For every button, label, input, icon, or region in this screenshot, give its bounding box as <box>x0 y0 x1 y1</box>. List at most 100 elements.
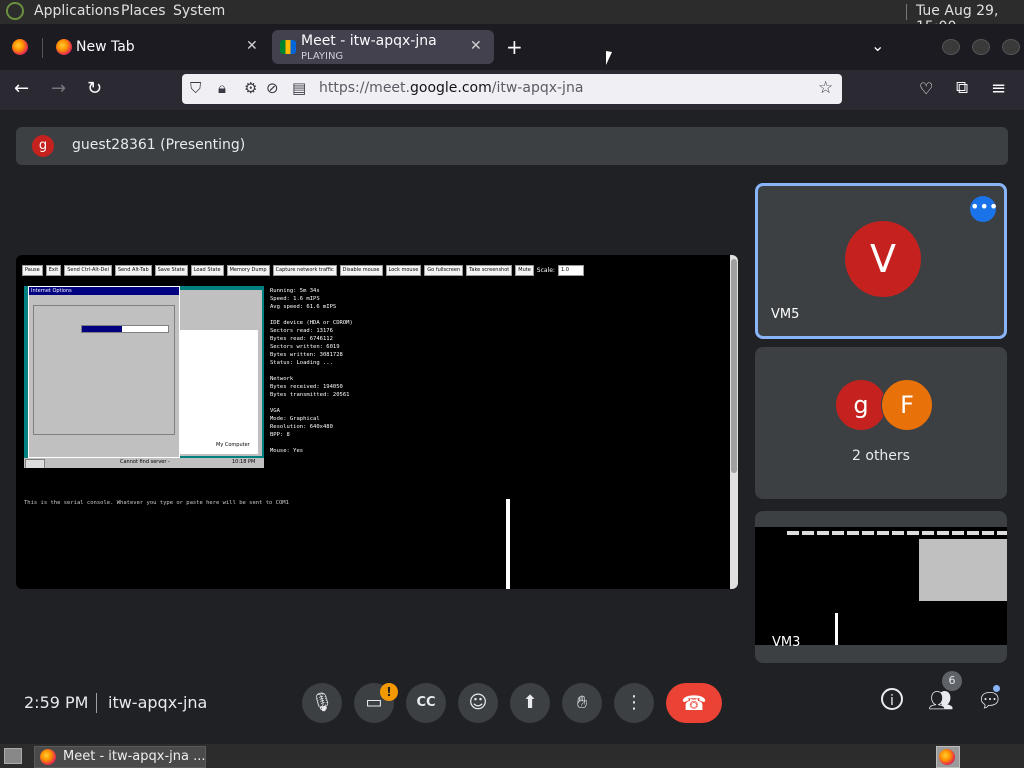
more-options-icon[interactable]: ••• <box>970 196 998 222</box>
bookmark-star-icon[interactable]: ☆ <box>818 78 833 98</box>
emulator-button[interactable]: Send Alt-Tab <box>114 265 152 276</box>
present-screen-button[interactable]: ⬆ <box>510 683 550 723</box>
close-tab-icon[interactable]: ✕ <box>246 38 258 54</box>
presentation-stage[interactable]: Pause Exit Send Ctrl-Alt-Del Send Alt-Tab Sa… <box>16 255 738 589</box>
vm3-preview-console <box>835 613 838 645</box>
show-desktop-icon[interactable] <box>4 748 22 764</box>
emoji-reaction-button[interactable]: ☺ <box>458 683 498 723</box>
tab-title: New Tab <box>76 39 135 55</box>
participant-tile-vm3[interactable]: VM3 <box>755 511 1007 663</box>
people-icon[interactable]: 👥︎ <box>928 688 953 712</box>
browser-tab-strip: New Tab ✕ Meet - itw-apqx-jna PLAYING ✕ … <box>0 24 1024 70</box>
dialog-title: Internet Options <box>31 288 72 294</box>
url-bar[interactable]: ⛉ 🔒︎ ⚙ ⊘ ▤ https://meet.google.com/itw-a… <box>182 74 842 104</box>
win-start-button <box>25 459 45 468</box>
tab-new-tab[interactable]: New Tab ✕ <box>44 30 268 64</box>
camera-blocked-icon[interactable]: ⊘ <box>266 79 279 97</box>
presenter-label: guest28361 (Presenting) <box>72 137 246 153</box>
presenting-banner: g guest28361 (Presenting) <box>16 127 1008 165</box>
permissions-icon[interactable]: ⚙ <box>244 79 257 97</box>
system-taskbar: Meet - itw-apqx-jna ... <box>0 744 1024 768</box>
meet-content: g guest28361 (Presenting) Pause Exit Send … <box>0 110 1024 744</box>
minimize-window-button[interactable] <box>942 39 960 55</box>
firefox-view-icon[interactable] <box>12 39 28 55</box>
end-call-button[interactable]: ☎ <box>666 683 722 723</box>
vm3-screen-preview <box>755 527 1007 645</box>
applications-menu[interactable]: Applications <box>34 3 120 19</box>
tile-label: VM3 <box>772 635 801 650</box>
maximize-window-button[interactable] <box>972 39 990 55</box>
list-all-tabs-chevron-icon[interactable]: ⌄ <box>871 36 884 55</box>
reload-icon[interactable]: ↻ <box>87 78 102 99</box>
emulator-button[interactable]: Exit <box>45 265 62 276</box>
emulator-button[interactable]: Take screenshot <box>466 265 513 276</box>
emulator-button[interactable]: Load State <box>190 265 224 276</box>
avatar-vm5: V <box>845 221 921 297</box>
microphone-button[interactable]: 🎙︎ <box>302 683 342 723</box>
shield-icon[interactable]: ⛉ <box>190 79 201 97</box>
emulator-button[interactable]: Pause <box>22 265 43 276</box>
emulator-buttons: Pause Exit Send Ctrl-Alt-Del Send Alt-Tab Sa… <box>22 265 662 276</box>
close-tab-icon[interactable]: ✕ <box>470 38 482 54</box>
firefox-icon <box>40 749 56 765</box>
extensions-icon[interactable]: ⧉ <box>956 78 968 98</box>
lock-icon[interactable]: 🔒︎ <box>218 79 226 97</box>
participant-tile-vm5[interactable]: V VM5 ••• <box>755 183 1007 339</box>
guest-screen[interactable]: My Computer Internet Options Cannot find… <box>24 286 264 468</box>
back-arrow-icon[interactable]: ← <box>14 78 29 99</box>
url-path: /itw-apqx-jna <box>491 80 584 96</box>
serial-console[interactable]: This is the serial console. Whatever you… <box>22 499 510 589</box>
emulator-button[interactable]: Go fullscreen <box>424 265 464 276</box>
raise-hand-button[interactable]: ✋︎ <box>562 683 602 723</box>
emulator-button[interactable]: Mute <box>515 265 534 276</box>
explorer-window: My Computer <box>176 290 262 456</box>
emulator-button[interactable]: Lock mouse <box>385 265 422 276</box>
meeting-code: itw-apqx-jna <box>108 693 208 712</box>
pocket-icon[interactable]: ♡ <box>919 79 933 98</box>
chat-icon[interactable]: 💬︎ <box>977 688 1002 712</box>
tab-title: Meet - itw-apqx-jna <box>301 33 437 49</box>
explorer-content <box>180 330 258 454</box>
forward-arrow-icon[interactable]: → <box>51 78 66 99</box>
firefox-tab-icon <box>56 39 72 55</box>
tab-playing-label: PLAYING <box>301 51 344 62</box>
url-domain: google.com <box>410 80 492 96</box>
stage-scrollbar[interactable] <box>730 255 738 589</box>
tab-meet[interactable]: Meet - itw-apqx-jna PLAYING ✕ <box>272 30 494 64</box>
avatar-f: F <box>881 379 933 431</box>
camera-alert-badge: ! <box>380 683 398 701</box>
win-status-text: Cannot find server - <box>120 459 170 465</box>
vm3-preview-toolbar <box>787 531 1007 535</box>
tile-label: VM5 <box>771 307 800 322</box>
participant-tile-others[interactable]: g F 2 others <box>755 347 1007 499</box>
meeting-details-icon[interactable]: i <box>881 688 903 710</box>
captions-button[interactable]: CC <box>406 683 446 723</box>
more-options-button[interactable]: ⋮ <box>614 683 654 723</box>
reader-page-icon[interactable]: ▤ <box>292 79 306 97</box>
tile-label: 2 others <box>852 448 910 464</box>
new-tab-plus-icon[interactable]: + <box>506 35 523 59</box>
emulator-button[interactable]: Memory Dump <box>226 265 270 276</box>
emulator-button[interactable]: Disable mouse <box>339 265 383 276</box>
vm3-preview-window <box>919 539 1007 601</box>
hamburger-menu-icon[interactable]: ≡ <box>991 78 1006 99</box>
gnome-foot-icon[interactable] <box>6 2 24 20</box>
system-menu[interactable]: System <box>173 3 225 19</box>
places-menu[interactable]: Places <box>121 3 166 19</box>
url-text[interactable]: https://meet.google.com/itw-apqx-jna <box>319 80 583 96</box>
internet-options-dialog: Internet Options <box>28 286 180 458</box>
my-computer-label: My Computer <box>216 442 250 448</box>
emulator-button[interactable]: Capture network traffic <box>272 265 337 276</box>
emulator-button[interactable]: Save State <box>154 265 188 276</box>
scale-input[interactable]: 1.0 <box>557 265 584 276</box>
browser-nav-bar: ← → ↻ ⛉ 🔒︎ ⚙ ⊘ ▤ https://meet.google.com… <box>0 70 1024 110</box>
taskbar-window-meet[interactable]: Meet - itw-apqx-jna ... <box>34 746 206 768</box>
firefox-icon <box>939 749 955 765</box>
scrollbar-thumb[interactable] <box>731 259 737 473</box>
emulator-button[interactable]: Send Ctrl-Alt-Del <box>64 265 112 276</box>
tab-divider <box>42 38 43 58</box>
close-window-button[interactable] <box>1002 39 1020 55</box>
workspace-switcher[interactable] <box>936 746 960 768</box>
chat-notification-dot <box>993 685 1000 692</box>
dialog-titlebar: Internet Options <box>29 287 179 295</box>
